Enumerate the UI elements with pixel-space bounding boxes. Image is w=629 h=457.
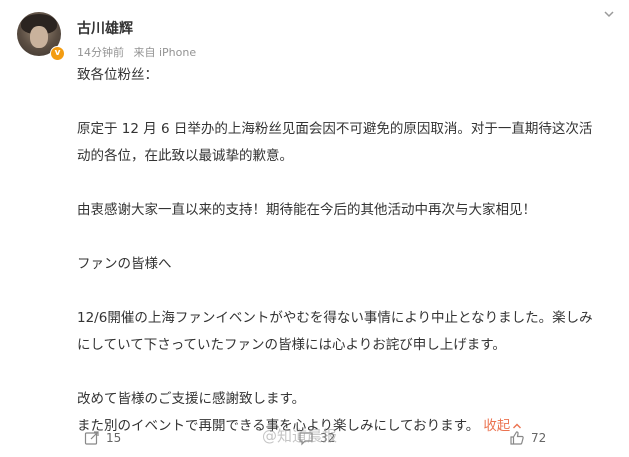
verified-badge-icon: v	[50, 46, 65, 61]
content-line: 由衷感谢大家一直以来的支持！期待能在今后的其他活动中再次与大家相见！	[77, 202, 536, 218]
thumbs-up-icon	[510, 430, 524, 445]
author-name[interactable]: 古川雄辉	[77, 18, 133, 38]
post-meta: 14分钟前 来自 iPhone	[77, 44, 196, 60]
share-icon	[84, 430, 99, 445]
more-options-icon[interactable]	[601, 8, 617, 24]
repost-button[interactable]: 15	[84, 427, 121, 447]
post-content: 致各位粉丝： 原定于 12 月 6 日举办的上海粉丝见面会因不可避免的原因取消。…	[77, 62, 617, 440]
post-source: 来自 iPhone	[133, 46, 197, 59]
like-button[interactable]: 72	[509, 427, 546, 447]
weibo-post-card: v 古川雄辉 14分钟前 来自 iPhone 致各位粉丝： 原定于 12 月 6…	[0, 0, 629, 457]
repost-count: 15	[106, 430, 122, 445]
watermark: @知道晨报	[262, 427, 338, 445]
like-count: 72	[531, 430, 547, 445]
content-line: 原定于 12 月 6 日举办的上海粉丝见面会因不可避免的原因取消。对于一直期待这…	[77, 121, 593, 137]
content-line: にしていて下さっていたファンの皆様には心よりお詫び申し上げます。	[77, 337, 506, 353]
post-time[interactable]: 14分钟前	[77, 46, 124, 59]
content-line: 改めて皆様のご支援に感謝致します。	[77, 391, 306, 407]
avatar-face	[30, 26, 48, 48]
content-line: ファンの皆様へ	[77, 256, 172, 272]
content-line: 动的各位，在此致以最诚挚的歉意。	[77, 148, 293, 164]
content-line: 12/6開催の上海ファンイベントがやむを得ない事情により中止となりました。楽しみ	[77, 310, 593, 326]
content-line: 致各位粉丝：	[77, 67, 158, 83]
